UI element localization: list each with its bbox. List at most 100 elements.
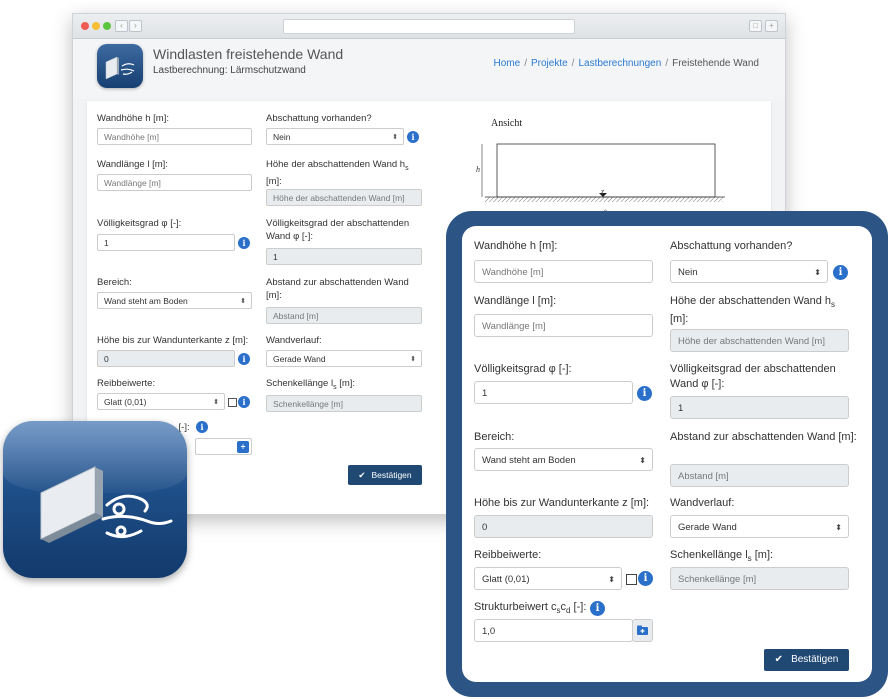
shield-height-label-unit: [m]:	[266, 175, 282, 187]
solidity-input[interactable]: 1	[97, 234, 235, 251]
confirm-button-small[interactable]: ✔ Bestätigen	[348, 465, 422, 485]
zone-label: Bereich:	[97, 277, 132, 288]
shield-height-label-sub: s	[405, 164, 409, 172]
breadcrumb-separator: /	[571, 58, 575, 69]
sketch-title: Ansicht	[491, 118, 523, 129]
solidity-input[interactable]: 1	[474, 381, 633, 404]
app-title: Windlasten freistehende Wand	[153, 46, 344, 62]
shield-height-label-text: Höhe der abschattenden Wand h	[266, 159, 406, 170]
friction-select[interactable]: Glatt (0,01)	[97, 393, 225, 411]
wall-course-label: Wandverlauf:	[670, 497, 735, 509]
wall-height-label: Wandhöhe h [m]:	[97, 113, 169, 124]
breadcrumb-home[interactable]: Home	[494, 58, 521, 69]
address-bar[interactable]	[283, 19, 575, 34]
shield-height-label: Höhe der abschattenden Wand hs [m]:	[266, 158, 426, 188]
confirm-button[interactable]: ✔ Bestätigen	[764, 649, 849, 671]
bottom-edge-height-input[interactable]: 0	[97, 350, 235, 367]
wall-course-select[interactable]: Gerade Wand	[266, 350, 422, 368]
check-icon: ✔	[358, 470, 366, 480]
structural-factor-info-icon[interactable]: i	[590, 601, 605, 616]
shield-height-label-sub: s	[831, 300, 836, 310]
shield-height-label: Höhe der abschattenden Wand hs [m]:	[670, 294, 860, 327]
leg-length-label: Schenkellänge ls [m]:	[670, 548, 773, 566]
bottom-edge-info-icon[interactable]: i	[238, 353, 250, 365]
structural-factor-addon[interactable]	[632, 619, 653, 642]
wall-height-label: Wandhöhe h [m]:	[474, 240, 558, 252]
shield-height-label-unit: [m]:	[670, 313, 689, 326]
solidity-info-icon[interactable]: i	[637, 386, 652, 401]
app-icon-large	[3, 421, 187, 578]
app-header: Windlasten freistehende Wand Lastberechn…	[73, 39, 785, 99]
friction-info-icon[interactable]: i	[638, 571, 653, 586]
shield-distance-label: Abstand zur abschattenden Wand [m]:	[266, 277, 409, 301]
window-minimize-dot[interactable]	[92, 22, 100, 30]
shield-solidity-input[interactable]: 1	[670, 396, 849, 419]
confirm-button-label: Bestätigen	[791, 654, 839, 665]
wall-height-input[interactable]: Wandhöhe [m]	[97, 128, 252, 145]
breadcrumb-separator: /	[524, 58, 527, 69]
breadcrumb-separator: /	[665, 58, 669, 69]
wall-height-input[interactable]: Wandhöhe [m]	[474, 260, 653, 283]
leg-length-label-text: Schenkellänge l	[266, 378, 334, 389]
breadcrumb: Home / Projekte / Lastberechnungen / Freistehe…	[494, 58, 759, 69]
friction-checkbox[interactable]	[626, 574, 637, 585]
shielding-label: Abschattung vorhanden?	[266, 113, 372, 124]
forward-icon[interactable]: ›	[129, 20, 142, 32]
structural-factor-suffix: [-]:	[570, 601, 587, 613]
structural-factor-input[interactable]: 1,0	[474, 619, 633, 642]
wall-length-label: Wandlänge l [m]:	[97, 159, 168, 170]
folder-plus-icon[interactable]: +	[237, 441, 249, 453]
wind-wall-icon	[40, 466, 173, 543]
window-maximize-dot[interactable]	[103, 22, 111, 30]
tabs-icon[interactable]: +	[765, 20, 778, 32]
shielding-select[interactable]: Nein	[266, 128, 404, 146]
shielding-select[interactable]: Nein	[670, 260, 828, 284]
shield-height-label-text: Höhe der abschattenden Wand h	[670, 295, 832, 307]
app-subtitle: Lastberechnung: Lärmschutzwand	[153, 65, 306, 76]
zoomed-form-panel: Wandhöhe h [m]: Wandhöhe [m] Wandlänge l…	[446, 211, 888, 697]
breadcrumb-calculations[interactable]: Lastberechnungen	[578, 58, 661, 69]
leg-length-input[interactable]: Schenkellänge [m]	[266, 395, 422, 412]
friction-label: Reibbeiwerte:	[97, 378, 156, 389]
friction-checkbox[interactable]	[228, 398, 237, 407]
solidity-info-icon[interactable]: i	[238, 237, 250, 249]
breadcrumb-projects[interactable]: Projekte	[531, 58, 568, 69]
shielding-info-icon[interactable]: i	[407, 131, 419, 143]
sketch-z-label: z	[601, 187, 605, 196]
bottom-edge-height-label: Höhe bis zur Wandunterkante z [m]:	[474, 497, 650, 509]
shield-height-input[interactable]: Höhe der abschattenden Wand [m]	[670, 329, 849, 352]
solidity-label: Völligkeitsgrad φ [-]:	[97, 218, 182, 229]
wall-length-label: Wandlänge l [m]:	[474, 295, 557, 307]
app-logo-icon	[97, 44, 143, 88]
shield-solidity-input[interactable]: 1	[266, 248, 422, 265]
solidity-label: Völligkeitsgrad φ [-]:	[474, 363, 572, 375]
friction-info-icon[interactable]: i	[238, 396, 250, 408]
wall-length-input[interactable]: Wandlänge [m]	[474, 314, 653, 337]
window-close-dot[interactable]	[81, 22, 89, 30]
shield-height-input[interactable]: Höhe der abschattenden Wand [m]	[266, 189, 422, 206]
shield-distance-input[interactable]: Abstand [m]	[670, 464, 849, 487]
shielding-label: Abschattung vorhanden?	[670, 240, 793, 252]
wall-course-label: Wandverlauf:	[266, 335, 322, 346]
leg-length-label: Schenkellänge ls [m]:	[266, 377, 355, 394]
breadcrumb-current: Freistehende Wand	[672, 58, 759, 69]
share-icon[interactable]: □	[749, 20, 762, 32]
shield-distance-input[interactable]: Abstand [m]	[266, 307, 422, 324]
wall-length-input[interactable]: Wandlänge [m]	[97, 174, 252, 191]
shield-solidity-label: Völligkeitsgrad der abschattenden Wand φ…	[266, 218, 410, 242]
zone-select[interactable]: Wand steht am Boden	[97, 292, 252, 310]
zone-select[interactable]: Wand steht am Boden	[474, 448, 653, 472]
leg-length-input[interactable]: Schenkellänge [m]	[670, 567, 849, 590]
friction-label: Reibbeiwerte:	[474, 549, 542, 561]
wall-course-select[interactable]: Gerade Wand	[670, 515, 849, 539]
shielding-info-icon[interactable]: i	[833, 265, 848, 280]
structural-factor-label: Strukturbeiwert cscd [-]:	[474, 600, 586, 618]
structural-factor-info-icon[interactable]: i	[196, 421, 208, 433]
sketch-h-label: h	[476, 165, 480, 174]
back-icon[interactable]: ‹	[115, 20, 128, 32]
friction-select[interactable]: Glatt (0,01)	[474, 567, 622, 591]
zone-label: Bereich:	[474, 431, 515, 443]
bottom-edge-height-label: Höhe bis zur Wandunterkante z [m]:	[97, 335, 249, 346]
bottom-edge-height-input[interactable]: 0	[474, 515, 653, 538]
shield-solidity-label: Völligkeitsgrad der abschattenden Wand φ…	[670, 363, 836, 390]
